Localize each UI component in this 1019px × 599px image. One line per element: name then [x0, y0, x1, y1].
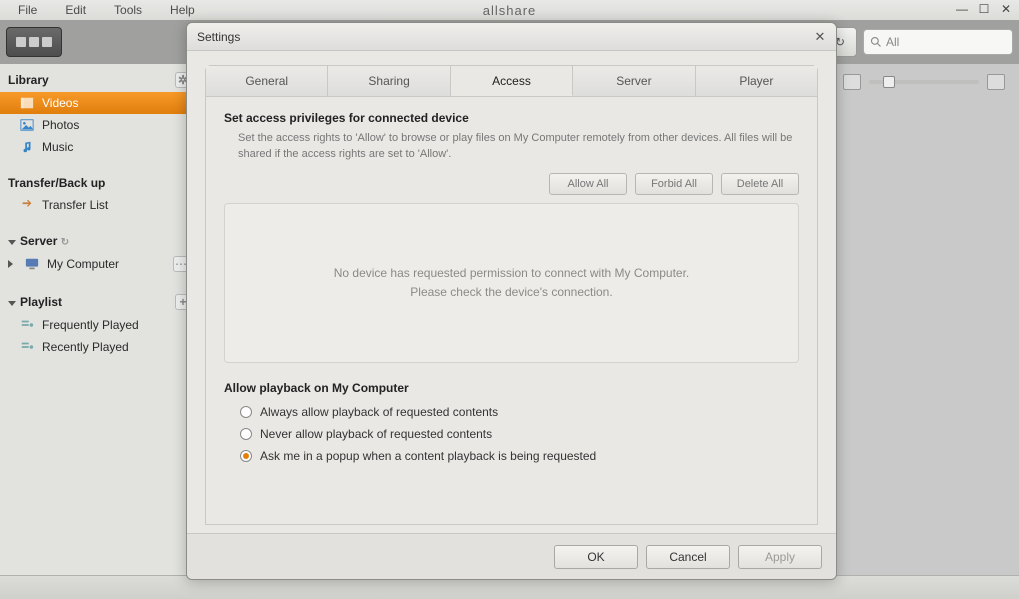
close-icon[interactable]: ✕ — [812, 29, 828, 45]
tab-access[interactable]: Access — [451, 66, 573, 96]
delete-all-button[interactable]: Delete All — [721, 173, 799, 195]
ok-button[interactable]: OK — [554, 545, 638, 569]
forbid-all-button[interactable]: Forbid All — [635, 173, 713, 195]
playback-heading: Allow playback on My Computer — [224, 381, 799, 395]
radio-never-allow-label: Never allow playback of requested conten… — [260, 427, 492, 441]
radio-ask-popup-label: Ask me in a popup when a content playbac… — [260, 449, 596, 463]
settings-tabs: General Sharing Access Server Player — [205, 65, 818, 97]
access-panel: Set access privileges for connected devi… — [205, 97, 818, 525]
radio-always-allow[interactable]: Always allow playback of requested conte… — [240, 405, 799, 419]
tab-player[interactable]: Player — [696, 66, 817, 96]
tab-general[interactable]: General — [206, 66, 328, 96]
radio-never-allow[interactable]: Never allow playback of requested conten… — [240, 427, 799, 441]
settings-dialog: Settings ✕ General Sharing Access Server… — [186, 22, 837, 580]
radio-icon — [240, 406, 252, 418]
apply-button[interactable]: Apply — [738, 545, 822, 569]
allow-all-button[interactable]: Allow All — [549, 173, 627, 195]
radio-always-allow-label: Always allow playback of requested conte… — [260, 405, 498, 419]
empty-line2: Please check the device's connection. — [334, 283, 690, 302]
dialog-mask: Settings ✕ General Sharing Access Server… — [0, 0, 1019, 599]
dialog-title: Settings — [197, 30, 240, 44]
empty-line1: No device has requested permission to co… — [334, 264, 690, 283]
tab-sharing[interactable]: Sharing — [328, 66, 450, 96]
cancel-button[interactable]: Cancel — [646, 545, 730, 569]
radio-icon — [240, 428, 252, 440]
tab-server[interactable]: Server — [573, 66, 695, 96]
access-description: Set the access rights to 'Allow' to brow… — [238, 131, 799, 163]
dialog-titlebar: Settings ✕ — [187, 23, 836, 51]
device-list-empty: No device has requested permission to co… — [224, 203, 799, 363]
radio-ask-popup[interactable]: Ask me in a popup when a content playbac… — [240, 449, 799, 463]
access-heading: Set access privileges for connected devi… — [224, 111, 799, 125]
radio-icon — [240, 450, 252, 462]
dialog-footer: OK Cancel Apply — [187, 533, 836, 579]
